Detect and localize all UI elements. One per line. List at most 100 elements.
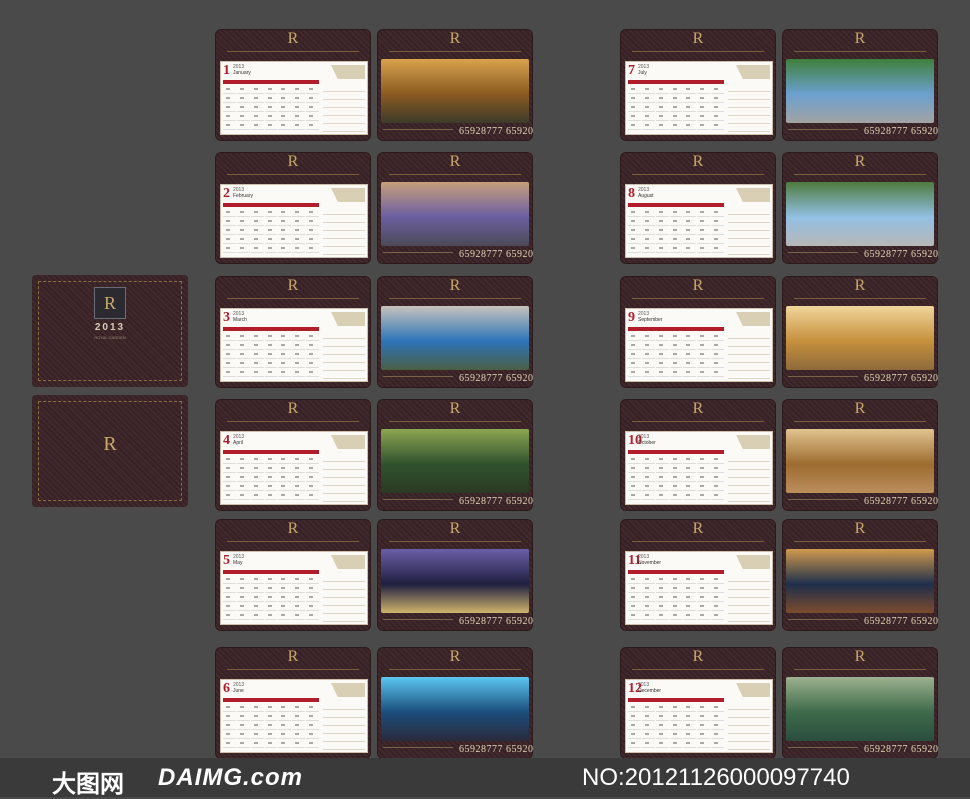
calendar-card-5: R 5 2013 May <box>215 519 371 631</box>
month-number: 4 <box>223 433 230 448</box>
notes-panel <box>323 187 365 255</box>
month-number: 7 <box>628 63 635 78</box>
notes-panel <box>323 682 365 750</box>
note-lines <box>323 331 365 379</box>
ornament-line <box>227 298 359 301</box>
month-number: 3 <box>223 310 230 325</box>
weekday-header-bar <box>628 698 724 702</box>
brand-logo: R <box>854 648 866 665</box>
note-lines <box>728 331 770 379</box>
front-cover: R 2013 ROYAL GARDEN <box>32 275 188 387</box>
image-serial: NO:20121126000097740 <box>582 764 850 791</box>
ornament-line <box>794 298 926 301</box>
building-photo <box>786 677 934 741</box>
contact-line <box>383 747 453 751</box>
calendar-page: 9 2013 September <box>625 308 773 382</box>
photo-card-11: R 65928777 65920222 <box>782 519 938 631</box>
calendar-card-1: R 1 2013 January <box>215 29 371 141</box>
contact-phone: 65928777 65920222 <box>864 126 938 137</box>
month-name: February <box>233 193 254 199</box>
note-lines <box>323 702 365 750</box>
ornament-line <box>227 541 359 544</box>
ornament-line <box>227 421 359 424</box>
building-photo <box>786 429 934 493</box>
building-photo <box>786 306 934 370</box>
ornament-line <box>227 51 359 54</box>
calendar-page: 4 2013 April <box>220 431 368 505</box>
calendar-page: 10 2013 October <box>625 431 773 505</box>
brand-logo: R <box>449 648 461 665</box>
brand-logo: R <box>854 277 866 294</box>
ornament-line <box>632 669 764 672</box>
contact-line <box>788 747 858 751</box>
brand-logo: R <box>854 153 866 170</box>
note-lines <box>728 702 770 750</box>
building-photo <box>381 59 529 123</box>
month-number: 1 <box>223 63 230 78</box>
note-badge <box>331 188 365 202</box>
brand-logo: R <box>449 400 461 417</box>
ornament-line <box>632 298 764 301</box>
contact-phone: 65928777 65920222 <box>864 249 938 260</box>
brand-logo: R <box>692 30 704 47</box>
calendar-card-3: R 3 2013 March <box>215 276 371 388</box>
contact-line <box>383 376 453 380</box>
cover-subtitle: ROYAL GARDEN <box>94 335 126 340</box>
contact-line <box>788 376 858 380</box>
note-badge <box>736 435 770 449</box>
contact-phone: 65928777 65920222 <box>864 616 938 627</box>
calendar-card-12: R 12 2013 December <box>620 647 776 759</box>
note-badge <box>331 312 365 326</box>
calendar-page: 11 2013 November <box>625 551 773 625</box>
calendar-card-6: R 6 2013 June <box>215 647 371 759</box>
ornament-line <box>389 669 521 672</box>
weekday-header-bar <box>223 570 319 574</box>
note-badge <box>736 312 770 326</box>
calendar-page: 2 2013 February <box>220 184 368 258</box>
ornament-line <box>227 669 359 672</box>
ornament-line <box>632 421 764 424</box>
brand-logo: R <box>287 277 299 294</box>
calendar-page: 7 2013 July <box>625 61 773 135</box>
notes-panel <box>728 311 770 379</box>
contact-phone: 65928777 65920222 <box>459 496 533 507</box>
calendar-page: 1 2013 January <box>220 61 368 135</box>
contact-line <box>788 499 858 503</box>
brand-logo: R <box>449 153 461 170</box>
photo-card-8: R 65928777 65920222 <box>782 152 938 264</box>
calendar-page: 5 2013 May <box>220 551 368 625</box>
note-lines <box>728 84 770 132</box>
weekday-header-bar <box>628 203 724 207</box>
month-name: March <box>233 317 247 323</box>
building-photo <box>381 429 529 493</box>
contact-phone: 65928777 65920222 <box>459 744 533 755</box>
notes-panel <box>323 64 365 132</box>
weekday-header-bar <box>223 450 319 454</box>
day-grid <box>223 456 319 500</box>
calendar-card-9: R 9 2013 September <box>620 276 776 388</box>
calendar-page: 12 2013 December <box>625 679 773 753</box>
day-grid <box>628 456 724 500</box>
weekday-header-bar <box>223 203 319 207</box>
note-lines <box>323 207 365 255</box>
ornament-line <box>227 174 359 177</box>
calendar-page: 3 2013 March <box>220 308 368 382</box>
building-photo <box>381 677 529 741</box>
building-photo <box>381 549 529 613</box>
weekday-header-bar <box>628 450 724 454</box>
contact-phone: 65928777 65920222 <box>459 126 533 137</box>
notes-panel <box>728 554 770 622</box>
note-badge <box>331 683 365 697</box>
calendar-card-8: R 8 2013 August <box>620 152 776 264</box>
cover-logo: R <box>94 287 126 319</box>
photo-card-2: R 65928777 65920222 <box>377 152 533 264</box>
building-photo <box>786 182 934 246</box>
calendar-card-2: R 2 2013 February <box>215 152 371 264</box>
brand-logo: R <box>692 277 704 294</box>
brand-logo: R <box>287 30 299 47</box>
brand-logo: R <box>287 400 299 417</box>
notes-panel <box>323 554 365 622</box>
calendar-card-4: R 4 2013 April <box>215 399 371 511</box>
day-grid <box>628 209 724 253</box>
month-name: August <box>638 193 654 199</box>
